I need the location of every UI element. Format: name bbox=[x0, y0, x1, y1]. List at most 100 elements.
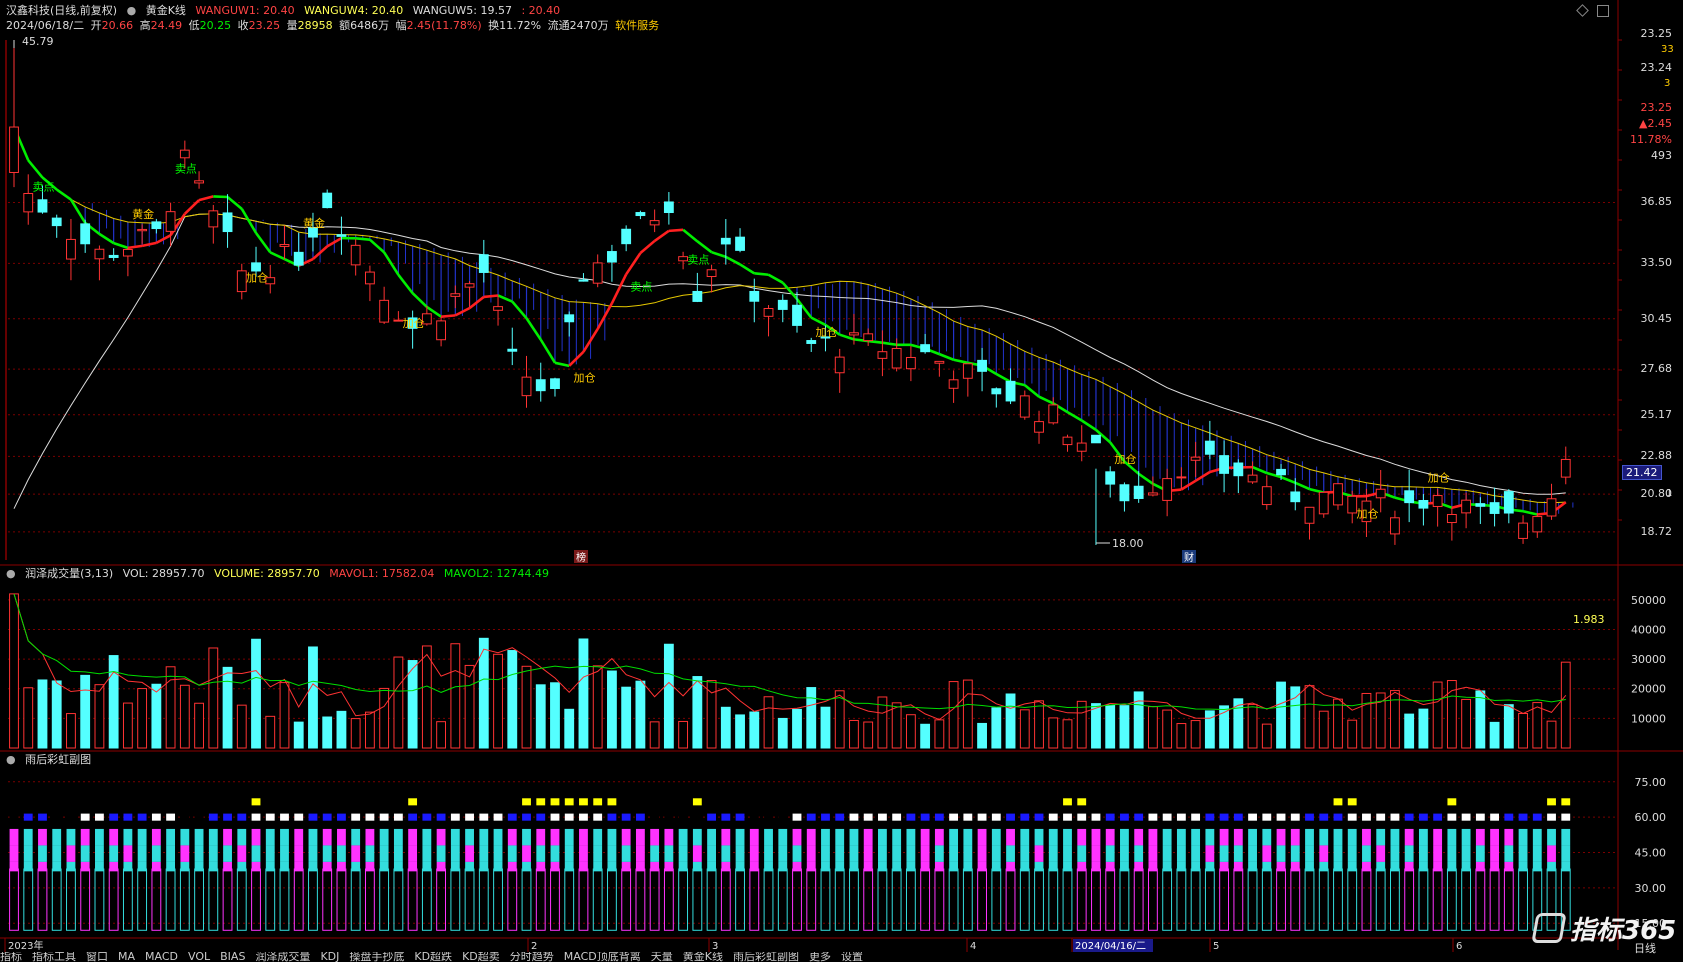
candle-body bbox=[1019, 395, 1030, 418]
rainbow-lower-block bbox=[166, 861, 176, 872]
bottom-tab[interactable]: 分时趋势 bbox=[510, 952, 554, 962]
add-position-label: 加仓 bbox=[1114, 452, 1136, 466]
rainbow-mid-block bbox=[1091, 845, 1101, 862]
candle-body bbox=[1091, 434, 1101, 444]
rainbow-upper-block bbox=[1262, 828, 1272, 846]
indicator-name[interactable]: 黄金K线 bbox=[146, 4, 186, 17]
bottom-tab[interactable]: VOL bbox=[188, 952, 210, 962]
rainbow-lower-block bbox=[806, 861, 816, 872]
volume-bar bbox=[308, 646, 318, 749]
rainbow-signal-block bbox=[1305, 813, 1314, 821]
rainbow-yellow-block bbox=[1561, 798, 1571, 806]
volume-bar bbox=[1190, 720, 1201, 749]
mavol2-value: MAVOL2: 12744.49 bbox=[443, 567, 550, 580]
rainbow-mid-block bbox=[1390, 845, 1400, 862]
rainbow-signal-block bbox=[208, 813, 218, 821]
bottom-tab[interactable]: 黄金K线 bbox=[683, 952, 723, 962]
rainbow-lower-block bbox=[678, 861, 688, 872]
rainbow-signal-block bbox=[379, 813, 389, 821]
volume-bar bbox=[1261, 723, 1272, 749]
rainbow-mid-block bbox=[109, 845, 119, 862]
bottom-tab[interactable]: 天量 bbox=[651, 952, 673, 962]
bottom-tab[interactable]: MACD顶底背离 bbox=[564, 952, 641, 962]
bottom-tab[interactable]: 润泽成交量 bbox=[255, 952, 310, 962]
trend-line-segment bbox=[440, 314, 456, 318]
rainbow-mid-block bbox=[1176, 845, 1186, 862]
bottom-tab[interactable]: MACD bbox=[145, 952, 178, 962]
rainbow-panel-title[interactable]: 雨后彩虹副图 bbox=[25, 753, 91, 766]
kline-chart-canvas[interactable]: 45.7918.00卖点卖点卖点卖点黄金黄金加仓加仓加仓加仓加仓加仓加仓榜 财50… bbox=[0, 0, 1683, 962]
x-axis-label: 5 bbox=[1213, 941, 1219, 952]
bottom-tab[interactable]: KD超卖 bbox=[462, 952, 500, 962]
rainbow-signal-block bbox=[1219, 813, 1229, 821]
rainbow-upper-block bbox=[1063, 828, 1072, 846]
rainbow-upper-block bbox=[251, 828, 261, 846]
candle-body bbox=[364, 271, 375, 285]
rainbow-upper-block bbox=[351, 828, 361, 846]
stock-name[interactable]: 汉鑫科技(日线,前复权) bbox=[6, 4, 117, 17]
volume-panel-icon[interactable]: ● bbox=[6, 567, 16, 580]
sell-point-label: 卖点 bbox=[32, 181, 54, 194]
rainbow-lower-block bbox=[991, 861, 1001, 872]
rainbow-upper-block bbox=[180, 828, 190, 846]
rainbow-upper-block bbox=[1205, 828, 1215, 846]
rainbow-lower-block bbox=[308, 861, 318, 872]
candle-body bbox=[393, 319, 404, 322]
volume-bar bbox=[1560, 661, 1571, 749]
sector-link[interactable]: 软件服务 bbox=[615, 19, 659, 32]
bottom-tab[interactable]: 操盘手抄底 bbox=[349, 952, 404, 962]
bottom-tab[interactable]: 指标 bbox=[0, 952, 22, 962]
rainbow-mid-block bbox=[507, 845, 517, 862]
rainbow-mid-block bbox=[849, 845, 859, 862]
x-axis-label: 2023年 bbox=[8, 939, 43, 952]
bottom-tab[interactable]: KDJ bbox=[320, 952, 339, 962]
rainbow-lower-block bbox=[379, 861, 389, 872]
rainbow-signal-block bbox=[906, 813, 916, 821]
bottom-tab[interactable]: MA bbox=[118, 952, 135, 962]
candle-body bbox=[592, 262, 603, 284]
rainbow-lower-block bbox=[38, 861, 47, 872]
open-label: 开 bbox=[90, 19, 102, 32]
rainbow-lower-block bbox=[721, 861, 731, 872]
rainbow-yellow-block bbox=[522, 798, 531, 806]
rainbow-upper-block bbox=[166, 828, 176, 846]
rainbow-signal-block bbox=[920, 813, 930, 821]
bottom-tab[interactable]: KD超跌 bbox=[414, 952, 452, 962]
volume-bar bbox=[9, 593, 19, 749]
rainbow-upper-block bbox=[1561, 828, 1571, 846]
rainbow-signal-block bbox=[265, 813, 275, 821]
candle-body bbox=[1147, 492, 1158, 496]
candle-body bbox=[208, 210, 219, 228]
volume-panel-title[interactable]: 润泽成交量(3,13) bbox=[25, 567, 113, 580]
rainbow-mid-block bbox=[692, 845, 702, 862]
rainbow-signal-block bbox=[977, 813, 987, 821]
rainbow-mid-block bbox=[280, 845, 289, 862]
bottom-tab[interactable]: BIAS bbox=[220, 952, 245, 962]
bottom-tab[interactable]: 指标工具 bbox=[32, 952, 76, 962]
candle-body bbox=[1432, 495, 1443, 507]
rainbow-signal-block bbox=[393, 813, 403, 821]
rainbow-upper-block bbox=[892, 828, 902, 846]
bottom-tab[interactable]: 窗口 bbox=[86, 952, 108, 962]
gold-point-label: 黄金 bbox=[303, 216, 325, 230]
indicator-toggle-icon[interactable]: ● bbox=[127, 4, 137, 17]
rainbow-upper-block bbox=[408, 828, 418, 846]
rainbow-mid-block bbox=[251, 845, 261, 862]
rainbow-mid-block bbox=[9, 845, 19, 862]
rainbow-signal-block bbox=[878, 813, 887, 821]
rainbow-mid-block bbox=[650, 845, 660, 862]
rainbow-lower-block bbox=[52, 861, 62, 872]
side-digit-1: 33 bbox=[1661, 44, 1674, 55]
add-position-label: 加仓 bbox=[815, 325, 837, 339]
rainbow-mid-block bbox=[1248, 845, 1257, 862]
rainbow-panel-icon[interactable]: ● bbox=[6, 753, 16, 766]
rainbow-signal-block bbox=[1233, 813, 1243, 821]
bottom-tab[interactable]: 设置 bbox=[841, 952, 863, 962]
maximize-window-icon[interactable] bbox=[1597, 5, 1609, 17]
bottom-tab[interactable]: 雨后彩虹副图 bbox=[733, 952, 799, 962]
rainbow-mid-block bbox=[1290, 845, 1300, 862]
rainbow-signal-block bbox=[507, 813, 517, 821]
bottom-tab[interactable]: 更多 bbox=[809, 952, 831, 962]
sell-point-label: 卖点 bbox=[175, 162, 197, 175]
candle-body bbox=[336, 234, 347, 237]
